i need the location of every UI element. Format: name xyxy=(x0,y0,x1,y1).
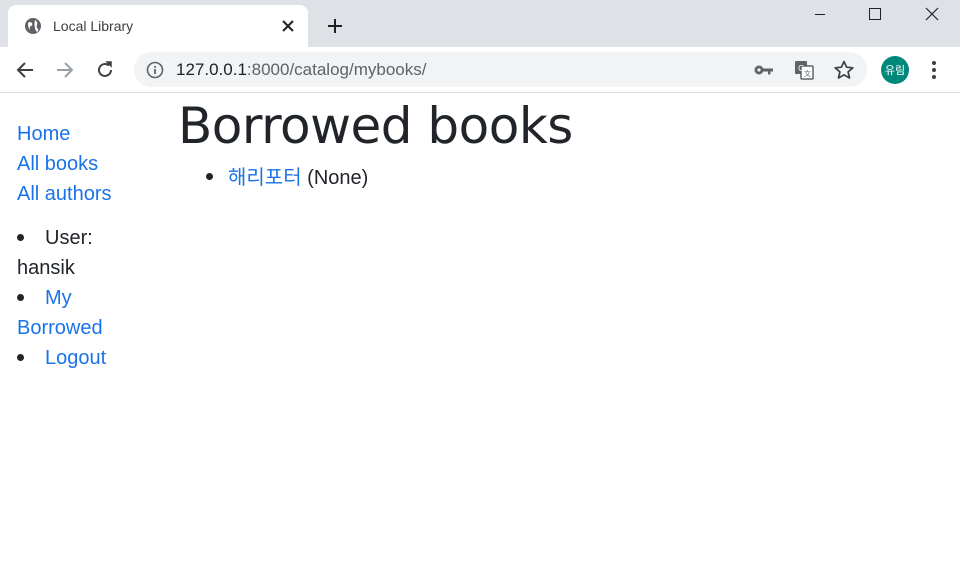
user-info-item: User: hansik xyxy=(17,223,115,283)
username: hansik xyxy=(17,257,75,279)
address-bar[interactable]: 127.0.0.1:8000/catalog/mybooks/ G 文 xyxy=(134,52,867,87)
forward-arrow-icon[interactable] xyxy=(51,56,79,84)
minimize-icon[interactable] xyxy=(797,0,843,28)
my-borrowed-item: My Borrowed xyxy=(17,283,115,343)
page-content: Home All books All authors User: hansik … xyxy=(0,94,960,561)
back-arrow-icon[interactable] xyxy=(11,56,39,84)
sidebar-link-all-authors[interactable]: All authors xyxy=(17,179,157,209)
browser-titlebar: Local Library xyxy=(0,0,960,47)
new-tab-plus-icon[interactable] xyxy=(322,13,348,39)
browser-toolbar: 127.0.0.1:8000/catalog/mybooks/ G 文 유림 xyxy=(0,47,960,93)
logout-link[interactable]: Logout xyxy=(45,347,106,369)
book-due-date: (None) xyxy=(307,167,369,189)
key-icon[interactable] xyxy=(754,60,774,80)
user-menu: User: hansik My Borrowed Logout xyxy=(17,223,157,373)
close-tab-icon[interactable] xyxy=(278,16,298,36)
sidebar-link-home[interactable]: Home xyxy=(17,119,157,149)
close-window-icon[interactable] xyxy=(909,0,955,28)
logout-item: Logout xyxy=(17,343,157,373)
kebab-menu-icon[interactable] xyxy=(922,56,946,84)
main-content: Borrowed books 해리포터 (None) xyxy=(178,94,573,193)
borrowed-book-list: 해리포터 (None) xyxy=(178,162,573,193)
my-borrowed-label-line1: My xyxy=(45,287,72,309)
info-icon[interactable] xyxy=(146,61,164,79)
sidebar: Home All books All authors User: hansik … xyxy=(17,119,157,373)
browser-tab[interactable]: Local Library xyxy=(8,5,308,47)
reload-icon[interactable] xyxy=(91,56,119,84)
star-icon[interactable] xyxy=(834,60,854,80)
my-borrowed-label-line2: Borrowed xyxy=(17,317,103,339)
sidebar-link-all-books[interactable]: All books xyxy=(17,149,157,179)
translate-icon[interactable]: G 文 xyxy=(794,60,814,80)
globe-icon xyxy=(24,17,42,35)
maximize-icon[interactable] xyxy=(852,0,898,28)
user-label: User: xyxy=(45,227,93,249)
svg-text:文: 文 xyxy=(804,69,811,78)
book-title-link[interactable]: 해리포터 xyxy=(228,165,302,189)
url-path: :8000/catalog/mybooks/ xyxy=(246,60,427,79)
profile-avatar[interactable]: 유림 xyxy=(881,56,909,84)
tab-title: Local Library xyxy=(53,18,134,34)
url-text[interactable]: 127.0.0.1:8000/catalog/mybooks/ xyxy=(176,60,426,80)
page-title: Borrowed books xyxy=(178,97,573,155)
url-host: 127.0.0.1 xyxy=(176,60,247,79)
my-borrowed-link[interactable]: My Borrowed xyxy=(17,287,115,343)
borrowed-book-item: 해리포터 (None) xyxy=(206,162,573,193)
